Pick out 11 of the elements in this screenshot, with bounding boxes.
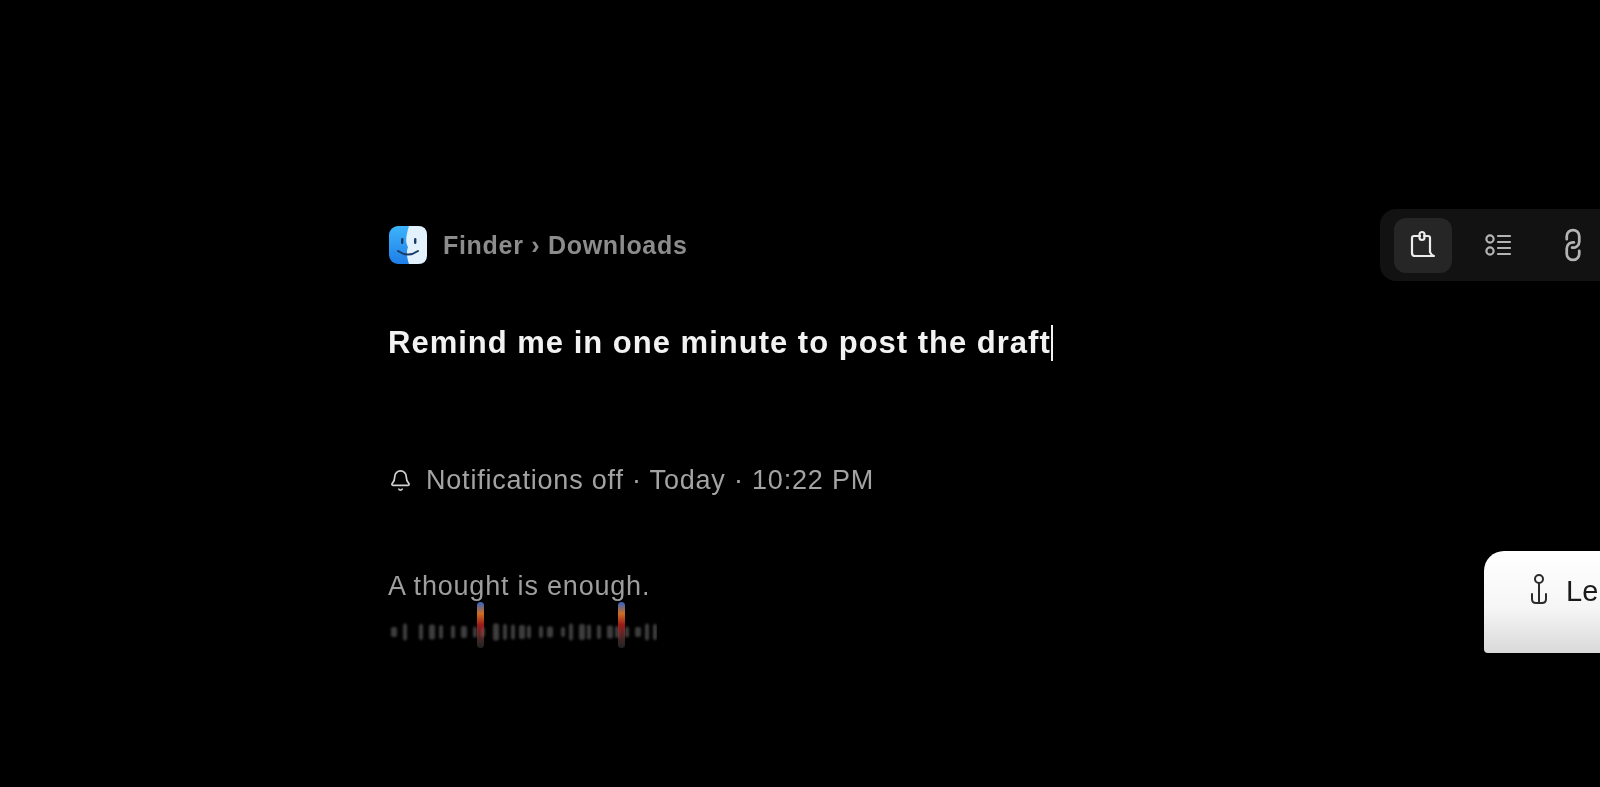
anchor-icon bbox=[1530, 574, 1548, 605]
card-label: Le bbox=[1566, 574, 1599, 608]
bell-icon bbox=[389, 468, 412, 492]
status-text: Notifications off · Today · 10:22 PM bbox=[426, 464, 874, 496]
toolbar-tab[interactable] bbox=[1394, 217, 1452, 273]
reminder-input[interactable]: Remind me in one minute to post the draft bbox=[388, 324, 1053, 362]
breadcrumb: Finder › Downloads bbox=[443, 230, 688, 260]
tagline: A thought is enough. bbox=[388, 570, 651, 602]
list-icon bbox=[1484, 231, 1512, 259]
face-app-icon bbox=[389, 226, 427, 264]
note-icon bbox=[1408, 230, 1438, 260]
